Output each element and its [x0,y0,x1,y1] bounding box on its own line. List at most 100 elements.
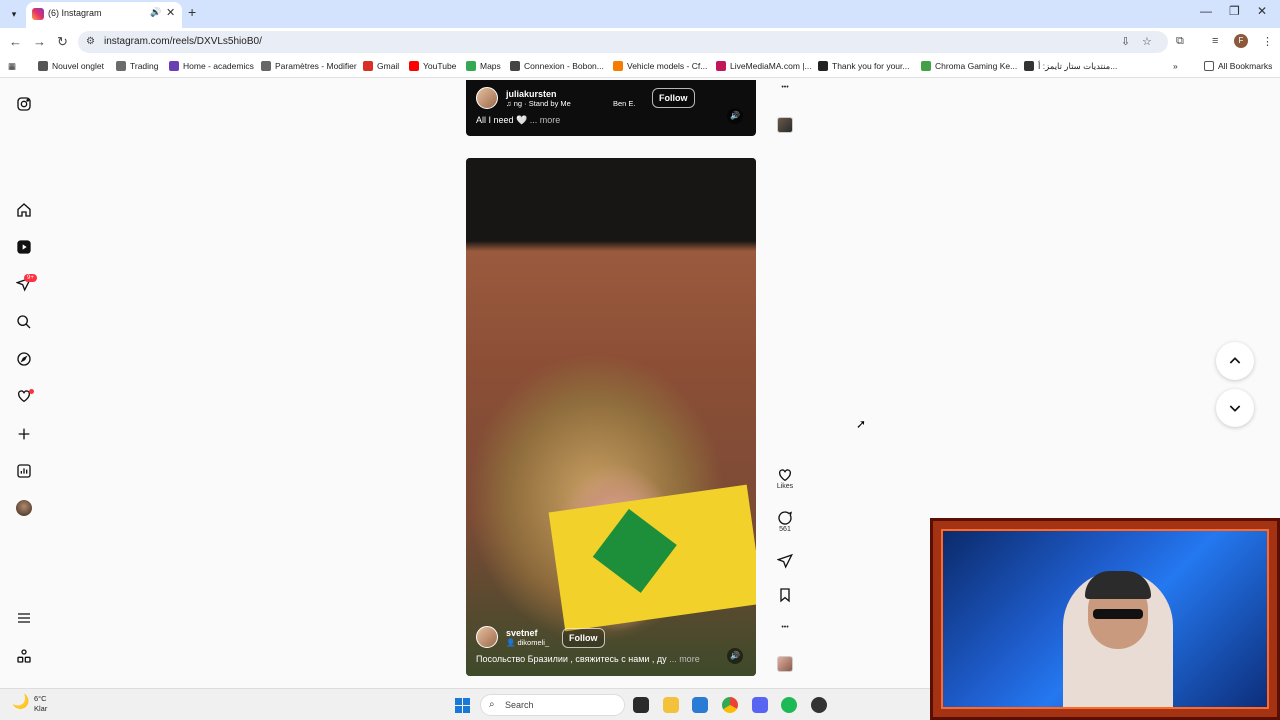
bookmark-label: Connexion - Bobon... [524,61,604,71]
tab-instagram[interactable]: (6) Instagram 🔊 ✕ [26,2,182,28]
dashboard-icon[interactable] [16,463,32,479]
bookmark-item[interactable]: Trading [116,61,159,71]
next-reel-button[interactable] [1216,389,1254,427]
bookmark-item[interactable]: Vehicle models - Cf... [613,61,707,71]
bookmark-item[interactable]: Home - academics [169,61,254,71]
store-icon[interactable] [692,697,708,713]
install-app-icon[interactable]: ⇩ [1121,35,1130,48]
author-username[interactable]: juliakursten [506,89,571,99]
url-text[interactable]: instagram.com/reels/DXVLs5hioB0/ [104,36,262,47]
spotify-icon[interactable] [781,697,797,713]
site-info-icon[interactable]: ⚙ [86,36,95,47]
reel-caption: Посольство Бразилии , свяжитесь с нами ,… [476,654,700,664]
obs-icon[interactable] [811,697,827,713]
taskbar-search[interactable]: ⌕ Search [480,694,625,716]
author-avatar[interactable] [476,87,498,109]
home-icon[interactable] [16,202,32,218]
reels-icon[interactable] [16,239,32,255]
file-explorer-icon[interactable] [663,697,679,713]
search-icon[interactable] [16,314,32,330]
close-tab-icon[interactable]: ✕ [166,6,175,19]
reel-author-row: svetnef 👤 dikomeli_ [476,626,549,648]
more-link[interactable]: ... more [669,654,700,664]
search-icon: ⌕ [489,699,495,710]
bookmark-item[interactable]: Thank you for your... [818,61,909,71]
also-from-meta-icon[interactable] [16,648,32,664]
bookmarks-bar: ▦ Nouvel onglet Trading Home - academics… [0,56,1280,78]
bookmark-item[interactable]: Maps [466,61,501,71]
bookmark-favicon-icon [1024,61,1034,71]
save-button[interactable] [776,587,794,603]
bookmark-item[interactable]: Chroma Gaming Ke... [921,61,1017,71]
menu-kebab-icon[interactable]: ⋮ [1262,35,1273,48]
speaker-icon[interactable]: 🔊 [727,648,743,664]
restore-icon[interactable]: ❐ [1229,4,1240,18]
bookmark-label: Vehicle models - Cf... [627,61,708,71]
more-bookmarks-icon[interactable]: » [1173,61,1178,71]
bookmark-label: Paramètres - Modifier [275,61,357,71]
bookmark-item[interactable]: Connexion - Bobon... [510,61,604,71]
audio-thumbnail[interactable] [777,656,793,672]
extensions-icon[interactable]: ⧉ [1176,35,1184,48]
back-icon[interactable]: ← [9,34,22,49]
reel-caption: All I need 🤍 ... more [476,115,561,125]
author-avatar[interactable] [476,626,498,648]
bookmark-label: LiveMediaMA.com |... [730,61,812,71]
profile-avatar[interactable]: F [1234,34,1248,48]
forward-icon[interactable]: → [33,34,46,49]
new-tab-icon[interactable]: + [188,4,196,20]
audio-playing-icon[interactable]: 🔊 [150,7,161,18]
all-bookmarks[interactable]: All Bookmarks [1204,61,1272,71]
bookmark-item[interactable]: Gmail [363,61,399,71]
explore-icon[interactable] [16,351,32,367]
chrome-icon[interactable] [722,697,738,713]
comment-button[interactable]: 561 [776,510,794,533]
reload-icon[interactable]: ↻ [57,34,68,50]
address-bar[interactable]: ⚙ instagram.com/reels/DXVLs5hioB0/ [78,31,1168,53]
audio-thumbnail[interactable] [777,117,793,133]
minimize-icon[interactable]: — [1200,4,1212,18]
audio-track[interactable]: ♫ ng · Stand by Me [506,99,571,108]
like-button[interactable]: Likes [776,467,794,490]
bookmark-item[interactable]: LiveMediaMA.com |... [716,61,812,71]
bookmark-favicon-icon [169,61,179,71]
bookmark-favicon-icon [38,61,48,71]
author-username[interactable]: svetnef [506,628,549,638]
discord-icon[interactable] [752,697,768,713]
bookmark-item[interactable]: Nouvel onglet [38,61,104,71]
bookmark-star-icon[interactable]: ☆ [1142,35,1152,48]
more-menu-icon[interactable] [16,610,32,626]
tab-title: (6) Instagram [48,8,102,18]
share-button[interactable] [776,553,794,569]
windows-start-icon[interactable] [455,698,470,713]
bookmark-label: YouTube [423,61,457,71]
more-link[interactable]: ... more [530,115,561,125]
bookmark-item[interactable]: YouTube [409,61,456,71]
more-options-icon[interactable]: ••• [776,624,794,631]
apps-grid-icon[interactable]: ▦ [8,61,16,72]
bookmark-item[interactable]: منتديات ستار تايمز: أ... [1024,61,1117,72]
more-options-icon[interactable]: ••• [776,84,794,91]
previous-reel-button[interactable] [1216,342,1254,380]
webcam-overlay [930,518,1280,720]
bookmark-item[interactable]: Paramètres - Modifier [261,61,357,71]
profile-avatar-icon[interactable] [16,500,32,516]
heart-icon [779,469,791,482]
collab-user[interactable]: 👤 dikomeli_ [506,638,549,647]
bookmark-favicon-icon [818,61,828,71]
bookmark-icon [780,588,790,603]
reel-card-current[interactable]: svetnef 👤 dikomeli_ Follow Посольство Бр… [466,158,756,676]
follow-button[interactable]: Follow [562,628,605,648]
close-window-icon[interactable]: ✕ [1257,4,1267,18]
bookmark-favicon-icon [510,61,520,71]
speaker-icon[interactable]: 🔊 [727,108,743,124]
task-view-icon[interactable] [633,697,649,713]
media-control-icon[interactable]: ≡ [1212,35,1218,47]
create-icon[interactable] [16,426,32,442]
reel-card-previous[interactable]: juliakursten ♫ ng · Stand by Me Ben E. F… [466,80,756,136]
instagram-logo-icon[interactable] [16,96,32,112]
tab-search-icon[interactable]: ▾ [6,6,22,22]
follow-button[interactable]: Follow [652,88,695,108]
notification-dot [29,389,34,394]
bookmark-favicon-icon [363,61,373,71]
